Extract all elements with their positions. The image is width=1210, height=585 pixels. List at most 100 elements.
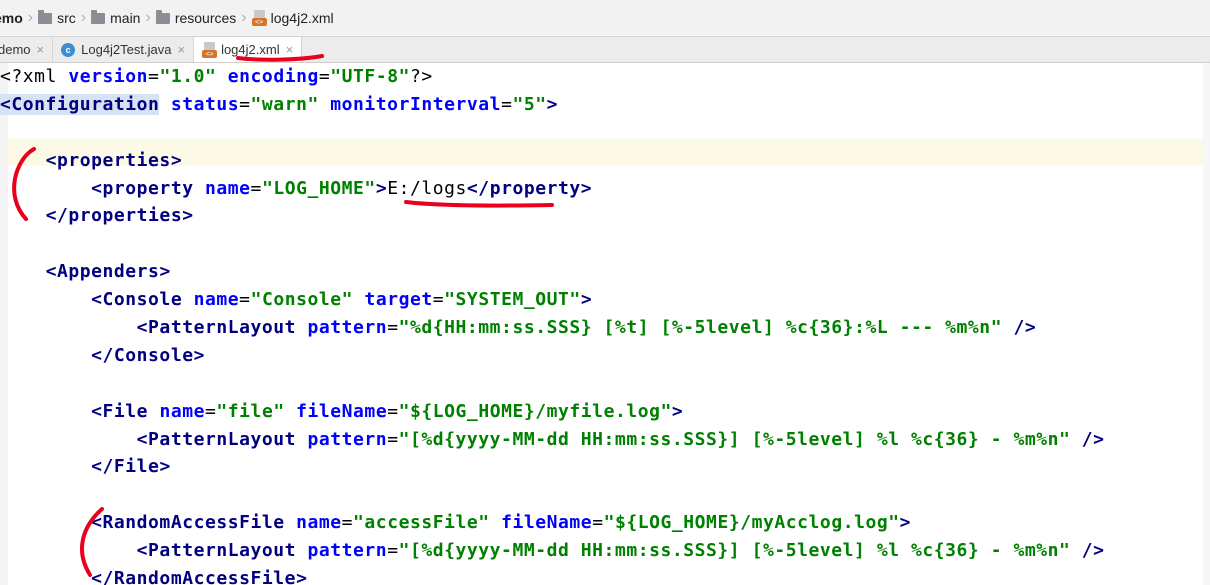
tab-label: Log4j2Test.java xyxy=(81,42,172,57)
equals-token: = xyxy=(341,512,354,534)
equals-token: = xyxy=(387,400,399,422)
xml-tag-token: > xyxy=(193,344,205,366)
breadcrumb-label: resources xyxy=(174,10,237,26)
xml-attribute-name: pattern xyxy=(307,317,388,339)
code-line[interactable]: </properties> xyxy=(0,202,1105,230)
code-line[interactable]: <Console name="Console" target="SYSTEM_O… xyxy=(0,286,1105,314)
code-line[interactable] xyxy=(0,481,1105,509)
vertical-scrollbar[interactable] xyxy=(1203,63,1210,585)
code-line[interactable]: <properties> xyxy=(0,147,1105,175)
breadcrumb-label: main xyxy=(110,10,141,26)
breadcrumb-label: src xyxy=(57,10,76,26)
xml-attribute-value: "LOG_HOME" xyxy=(261,177,376,199)
xml-text-content: E:/logs xyxy=(387,177,467,199)
xml-attribute-value: "accessFile" xyxy=(353,512,490,534)
equals-token: = xyxy=(318,66,331,87)
xml-attribute-value: "Console" xyxy=(250,289,354,311)
xml-tag-token: </Console xyxy=(91,344,194,366)
xml-attribute-name: encoding xyxy=(227,66,319,87)
xml-attribute-value: "1.0" xyxy=(159,66,217,87)
tab-log4j2test-java[interactable]: c Log4j2Test.java × xyxy=(53,37,195,62)
chevron-right-icon: › xyxy=(241,9,247,26)
xml-attribute-value: "[%d{yyyy-MM-dd HH:mm:ss.SSS}] [%-5level… xyxy=(398,428,1071,450)
folder-icon xyxy=(38,9,53,24)
xml-attribute-name: version xyxy=(68,66,149,87)
chevron-right-icon: › xyxy=(27,9,34,26)
close-icon[interactable]: × xyxy=(37,42,45,57)
breadcrumb-main[interactable]: main xyxy=(91,9,141,26)
code-line[interactable]: </RandomAccessFile> xyxy=(0,565,1105,585)
xml-attribute-name: pattern xyxy=(307,428,388,450)
xml-attribute-value: "%d{HH:mm:ss.SSS} [%t] [%-5level] %c{36}… xyxy=(398,317,1003,339)
close-icon[interactable]: × xyxy=(177,42,185,57)
xml-file-icon: <> xyxy=(251,10,267,26)
editor-tab-bar: demo × c Log4j2Test.java × <> log4j2.xml… xyxy=(0,37,1210,63)
navigation-bar: emo › src › main › resources › <> log4j2… xyxy=(0,0,1210,37)
equals-token: = xyxy=(250,177,262,199)
xml-tag-token: /> xyxy=(1081,428,1105,450)
xml-declaration: ?> xyxy=(409,66,433,87)
xml-tag-token: > xyxy=(580,289,593,311)
breadcrumb-label: log4j2.xml xyxy=(270,10,334,26)
chevron-right-icon: › xyxy=(145,9,151,26)
code-lines: <?xml version="1.0" encoding="UTF-8"?> <C… xyxy=(0,63,1105,585)
equals-token: = xyxy=(432,289,445,311)
code-line[interactable]: <PatternLayout pattern="[%d{yyyy-MM-dd H… xyxy=(0,537,1105,565)
xml-tag-token: > xyxy=(671,400,684,422)
code-line[interactable]: <PatternLayout pattern="%d{HH:mm:ss.SSS}… xyxy=(0,314,1105,342)
code-line[interactable] xyxy=(0,370,1105,398)
xml-tag-token: > xyxy=(159,261,171,283)
xml-tag-token: > xyxy=(296,568,308,585)
code-line[interactable]: <Configuration status="warn" monitorInte… xyxy=(0,91,1105,119)
xml-tag-token: <PatternLayout xyxy=(136,540,297,562)
xml-tag-token: <properties xyxy=(45,149,171,171)
code-line[interactable] xyxy=(0,119,1105,147)
code-line[interactable]: </File> xyxy=(0,453,1105,481)
tab-demo[interactable]: demo × xyxy=(0,37,54,62)
code-line[interactable]: <property name="LOG_HOME">E:/logs</prope… xyxy=(0,175,1105,203)
xml-tag-token: > xyxy=(899,512,912,534)
xml-attribute-name: pattern xyxy=(307,540,388,562)
xml-tag-token: /> xyxy=(1013,317,1037,339)
chevron-right-icon: › xyxy=(80,9,87,26)
code-line[interactable]: <RandomAccessFile name="accessFile" file… xyxy=(0,509,1105,537)
breadcrumb-project[interactable]: emo xyxy=(0,10,23,26)
xml-file-icon: <> xyxy=(202,41,218,58)
breadcrumb-src[interactable]: src xyxy=(38,9,76,26)
code-line[interactable]: <Appenders> xyxy=(0,258,1105,286)
code-line[interactable]: </Console> xyxy=(0,342,1105,370)
xml-tag-token: <Configuration xyxy=(0,93,160,115)
java-class-icon: c xyxy=(61,42,76,57)
equals-token: = xyxy=(387,540,399,562)
breadcrumb-resources[interactable]: resources xyxy=(155,9,237,26)
code-line[interactable]: <PatternLayout pattern="[%d{yyyy-MM-dd H… xyxy=(0,426,1105,454)
xml-tag-token: </File xyxy=(91,456,160,478)
code-line[interactable] xyxy=(0,230,1105,258)
close-icon[interactable]: × xyxy=(286,42,294,57)
breadcrumb-file[interactable]: <> log4j2.xml xyxy=(251,10,334,26)
xml-tag-token: > xyxy=(580,177,593,199)
code-line[interactable]: <?xml version="1.0" encoding="UTF-8"?> xyxy=(0,63,1105,91)
tab-log4j2-xml[interactable]: <> log4j2.xml × xyxy=(194,37,303,62)
code-line[interactable]: <File name="file" fileName="${LOG_HOME}/… xyxy=(0,398,1105,426)
code-editor[interactable]: <?xml version="1.0" encoding="UTF-8"?> <C… xyxy=(0,63,1210,585)
equals-token: = xyxy=(239,289,251,311)
xml-tag-token: </property xyxy=(466,177,581,199)
